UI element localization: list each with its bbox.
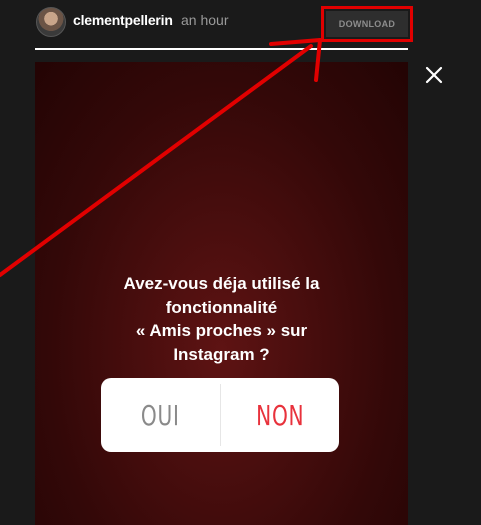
poll-divider xyxy=(219,384,221,446)
close-icon xyxy=(425,66,443,84)
poll-question: Avez-vous déja utilisé la fonctionnalité… xyxy=(35,272,408,366)
avatar[interactable] xyxy=(36,7,66,37)
story-content[interactable]: Avez-vous déja utilisé la fonctionnalité… xyxy=(35,62,408,525)
question-line: Avez-vous déja utilisé la xyxy=(123,274,320,293)
story-progress-bar xyxy=(35,48,408,50)
question-line: fonctionnalité xyxy=(165,297,278,317)
poll-sticker: OUI NON xyxy=(101,378,339,452)
annotation-highlight-box xyxy=(321,6,413,42)
close-button[interactable] xyxy=(422,63,446,87)
poll-option-no[interactable]: NON xyxy=(237,378,322,452)
story-header: clementpellerin an hour DOWNLOAD xyxy=(0,0,481,50)
story-viewer: clementpellerin an hour DOWNLOAD Avez-vo… xyxy=(0,0,481,525)
timestamp: an hour xyxy=(181,12,229,28)
question-line: Instagram ? xyxy=(173,344,270,364)
poll-option-yes[interactable]: OUI xyxy=(118,378,203,452)
username[interactable]: clementpellerin xyxy=(73,12,173,28)
question-line: « Amis proches » sur xyxy=(135,321,308,340)
